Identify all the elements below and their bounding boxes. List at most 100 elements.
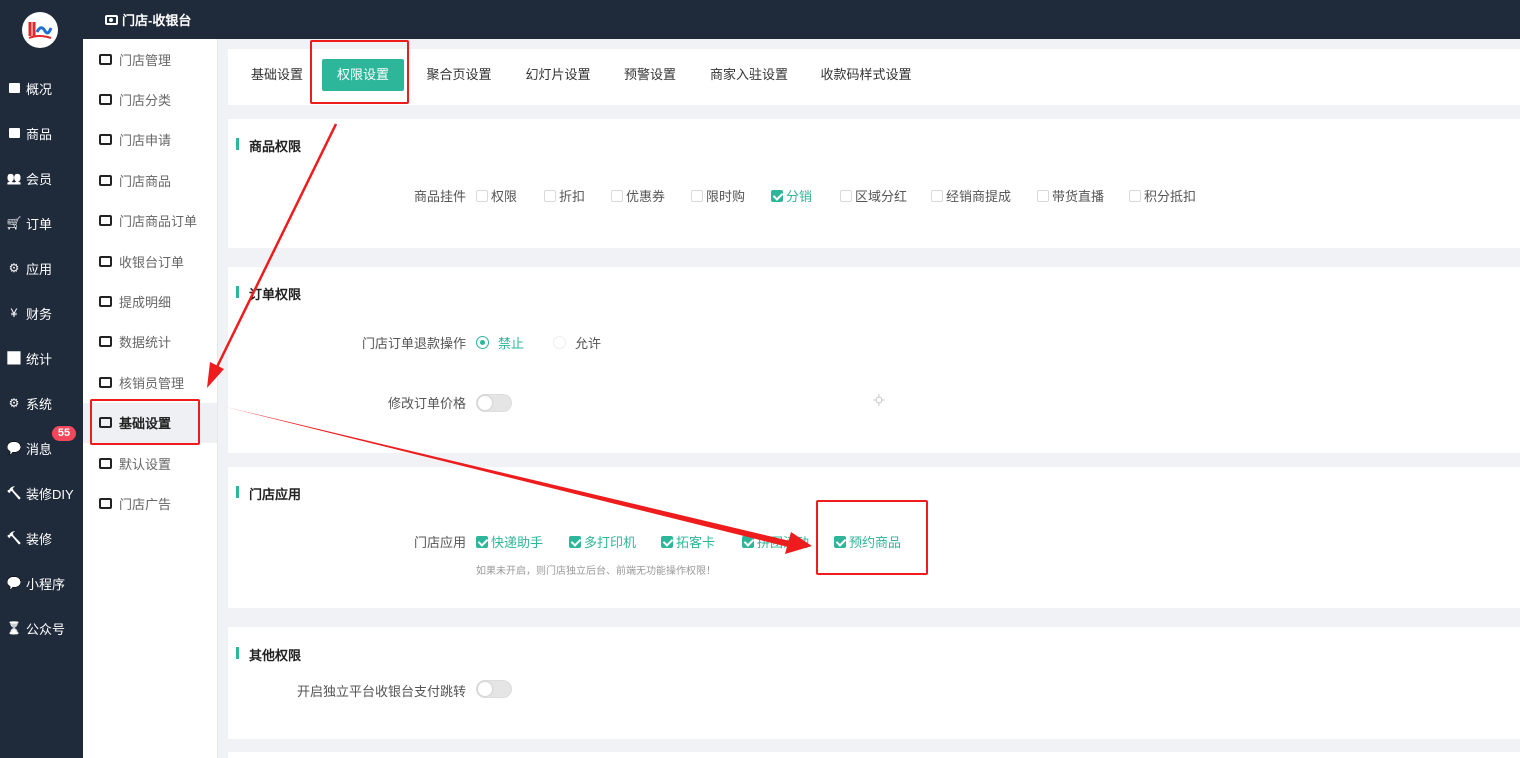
- nav-item-9[interactable]: 🔨 装修DIY: [0, 481, 83, 505]
- annotation-box-tab: [310, 40, 409, 104]
- nav-item-label: 概况: [26, 81, 53, 97]
- nav-item-label: 会员: [26, 171, 53, 187]
- subnav-item-5[interactable]: 收银台订单: [83, 241, 217, 281]
- tab-alert-settings[interactable]: 预警设置: [618, 59, 682, 91]
- checkbox-label: 快递助手: [491, 535, 544, 550]
- tab-aggregate-page-settings[interactable]: 聚合页设置: [420, 59, 498, 91]
- subnav-item-7[interactable]: 数据统计: [83, 322, 217, 362]
- radio-label: 允许: [575, 336, 602, 351]
- logo-icon: [28, 22, 53, 39]
- subnav-item-4[interactable]: 门店商品订单: [83, 201, 217, 241]
- checkbox-option[interactable]: 分销: [771, 186, 812, 205]
- tabs-bar: 基础设置 权限设置 聚合页设置 幻灯片设置 预警设置 商家入驻设置 收款码样式设…: [228, 49, 1520, 105]
- subnav-item-label: 门店管理: [119, 52, 172, 68]
- apps-icon: ⚙: [8, 261, 20, 275]
- cart-icon: 🛒: [6, 216, 22, 230]
- nav-item-7[interactable]: ⚙ 系统: [0, 391, 83, 415]
- checkbox-checked: [476, 535, 488, 548]
- checkbox-option[interactable]: 权限: [476, 186, 517, 205]
- store-icon: [98, 52, 113, 66]
- tab-slideshow-settings[interactable]: 幻灯片设置: [519, 59, 597, 91]
- nav-item-label: 商品: [26, 126, 53, 142]
- checkbox-label: 积分抵扣: [1144, 189, 1197, 204]
- hammer-icon: 🔨: [6, 486, 22, 500]
- subnav-item-0[interactable]: 门店管理: [83, 39, 217, 79]
- checkbox-option[interactable]: 积分抵扣: [1129, 186, 1196, 205]
- nav-item-10[interactable]: 🔨 装修: [0, 526, 83, 550]
- nav-item-label: 装修DIY: [26, 486, 74, 502]
- tab-qrcode-style-settings[interactable]: 收款码样式设置: [816, 59, 916, 91]
- clipboard-icon: [98, 214, 113, 228]
- nav-item-2[interactable]: 👥 会员: [0, 166, 83, 190]
- checkbox-option[interactable]: 拼团活动: [742, 532, 809, 551]
- category-icon: [98, 92, 113, 106]
- radio-dot: [553, 336, 566, 349]
- modify-price-switch[interactable]: [476, 394, 512, 412]
- refund-allow-radio[interactable]: 允许: [553, 333, 601, 352]
- checkbox-option[interactable]: 区域分红: [840, 186, 907, 205]
- checkbox-option[interactable]: 带货直播: [1037, 186, 1104, 205]
- checkbox-unchecked: [840, 189, 852, 202]
- ledger-icon: [98, 294, 113, 308]
- subnav-item-label: 核销员管理: [119, 375, 185, 391]
- bag-icon: [98, 173, 113, 187]
- checkbox-option[interactable]: 折扣: [544, 186, 585, 205]
- subnav-item-3[interactable]: 门店商品: [83, 160, 217, 200]
- subnav-item-8[interactable]: 核销员管理: [83, 362, 217, 402]
- checkbox-checked: [771, 189, 783, 202]
- message-count-badge: 55: [52, 426, 76, 441]
- nav-item-label: 公众号: [26, 621, 66, 637]
- nav-item-3[interactable]: 🛒 订单: [0, 211, 83, 235]
- nav-item-5[interactable]: ¥ 财务: [0, 301, 83, 325]
- goods-widget-label: 商品挂件: [413, 189, 466, 204]
- nav-item-label: 系统: [26, 396, 53, 412]
- payment-jump-switch[interactable]: [476, 680, 512, 698]
- nav-item-11[interactable]: 💬 小程序: [0, 571, 83, 595]
- hammer-icon: 🔨: [6, 531, 22, 545]
- nav-item-4[interactable]: ⚙ 应用: [0, 256, 83, 280]
- checkbox-unchecked: [1129, 189, 1141, 202]
- subnav-item-label: 门店申请: [119, 133, 172, 149]
- checkbox-label: 权限: [491, 189, 518, 204]
- store-apps-title: 门店应用: [236, 484, 301, 503]
- page-title: 门店-收银台: [105, 10, 191, 29]
- checkbox-option[interactable]: 优惠券: [611, 186, 665, 205]
- subnav-item-11[interactable]: 门店广告: [83, 483, 217, 523]
- refund-forbid-radio[interactable]: 禁止: [476, 333, 524, 352]
- checkbox-label: 优惠券: [626, 189, 666, 204]
- checkbox-label: 区域分红: [855, 189, 908, 204]
- subnav-item-label: 门店广告: [119, 496, 172, 512]
- nav-item-6[interactable]: 📊 统计: [0, 346, 83, 370]
- checkbox-option[interactable]: 限时购: [691, 186, 745, 205]
- subnav-item-2[interactable]: 门店申请: [83, 120, 217, 160]
- logo[interactable]: [22, 12, 58, 48]
- nav-item-label: 订单: [26, 216, 53, 232]
- subnav-item-1[interactable]: 门店分类: [83, 79, 217, 119]
- order-permission-card: 订单权限 门店订单退款操作 禁止 允许 修改订单价格: [228, 267, 1520, 453]
- subnav-item-label: 门店分类: [119, 92, 172, 108]
- nav-item-12[interactable]: ⌛ 公众号: [0, 616, 83, 640]
- subnav-item-10[interactable]: 默认设置: [83, 443, 217, 483]
- subnav-item-6[interactable]: 提成明细: [83, 281, 217, 321]
- nav-item-0[interactable]: 概况: [0, 76, 83, 100]
- tab-basic-settings[interactable]: 基础设置: [246, 59, 308, 91]
- checkbox-option[interactable]: 拓客卡: [661, 532, 715, 551]
- store-apps-hint: 如果未开启，则门店独立后台、前端无功能操作权限！: [476, 566, 716, 577]
- tab-merchant-entry-settings[interactable]: 商家入驻设置: [705, 59, 793, 91]
- checkbox-unchecked: [476, 189, 488, 202]
- subnav-item-label: 收银台订单: [119, 254, 185, 270]
- dashboard-icon: [7, 81, 21, 95]
- list-settings-icon: [98, 456, 113, 470]
- checkbox-option[interactable]: 经销商提成: [931, 186, 1011, 205]
- subnav-item-label: 门店商品: [119, 173, 172, 189]
- checkbox-option[interactable]: 多打印机: [569, 532, 636, 551]
- crosshair-cursor-icon: [873, 394, 885, 406]
- checkbox-option[interactable]: 快递助手: [476, 532, 543, 551]
- yen-icon: ¥: [10, 306, 18, 320]
- checkbox-label: 折扣: [559, 189, 586, 204]
- chat-icon: 💬: [6, 441, 22, 455]
- refund-operation-label: 门店订单退款操作: [361, 336, 466, 351]
- nav-item-1[interactable]: 商品: [0, 121, 83, 145]
- annotation-box-reservation: [816, 500, 928, 575]
- subnav-item-label: 默认设置: [119, 456, 172, 472]
